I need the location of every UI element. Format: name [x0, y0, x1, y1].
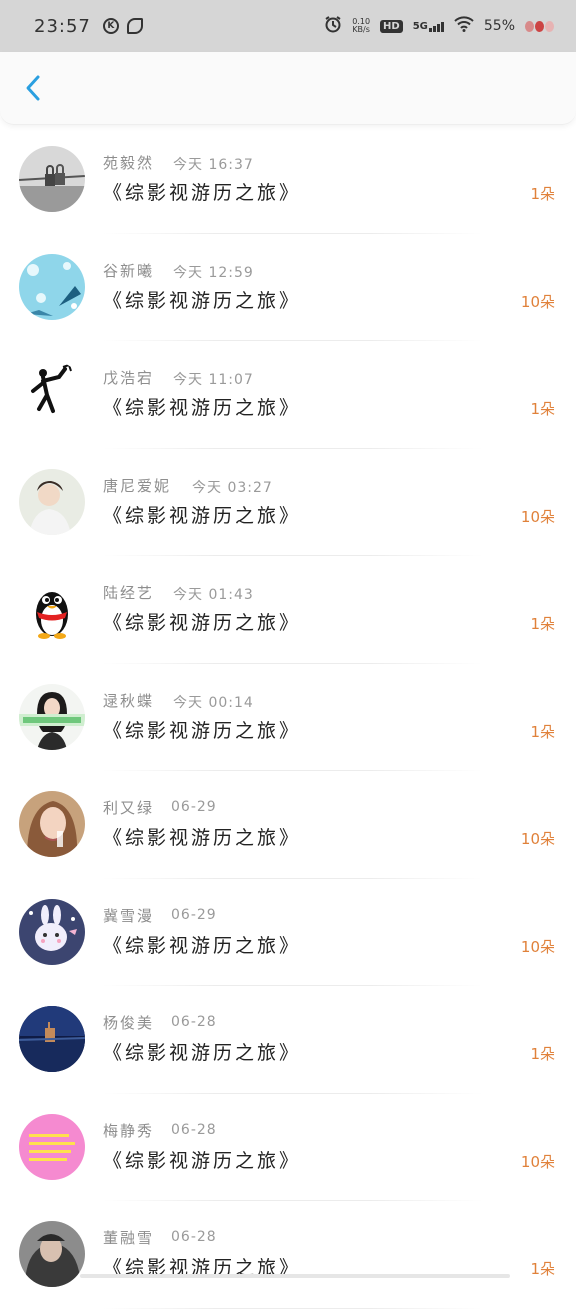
book-title: 《综影视游历之旅》: [103, 289, 302, 312]
book-title: 《综影视游历之旅》: [103, 719, 302, 742]
book-title: 《综影视游历之旅》: [103, 182, 302, 204]
list-item[interactable]: 逯秋蝶 今天 00:14 《综影视游历之旅》 1朵: [0, 664, 576, 771]
flower-count: 10朵: [520, 830, 555, 848]
avatar[interactable]: [19, 468, 85, 535]
hd-badge: HD: [380, 19, 403, 33]
list-item[interactable]: 唐尼爱妮 今天 03:27 《综影视游历之旅》 10朵: [0, 449, 576, 556]
list-item[interactable]: 戊浩宕 今天 11:07 《综影视游历之旅》 1朵: [0, 341, 576, 449]
status-bar: 23:57 K 0.10 KB/s HD 5G 55%: [0, 0, 576, 52]
flower-count: 1朵: [530, 1045, 555, 1063]
status-right-icons: 0.10 KB/s HD 5G 55%: [324, 15, 554, 37]
avatar[interactable]: [19, 576, 85, 642]
avatar[interactable]: [19, 1221, 85, 1287]
flower-count: 10朵: [520, 292, 555, 311]
list-item[interactable]: 冀雪漫 06-29 《综影视游历之旅》 10朵: [0, 879, 576, 986]
avatar[interactable]: [19, 146, 85, 212]
book-title: 《综影视游历之旅》: [103, 827, 302, 849]
book-title: 《综影视游历之旅》: [103, 612, 302, 634]
user-name: 陆经艺: [103, 584, 155, 602]
timestamp: 06-28: [171, 1121, 217, 1138]
avatar[interactable]: [19, 1006, 85, 1072]
user-name: 唐尼爱妮: [103, 476, 172, 495]
flower-count: 10朵: [520, 1152, 555, 1171]
user-name: 杨俊美: [103, 1014, 155, 1032]
list-item[interactable]: 陆经艺 今天 01:43 《综影视游历之旅》 1朵: [0, 556, 576, 664]
book-title: 《综影视游历之旅》: [103, 504, 302, 527]
timestamp: 今天 12:59: [173, 264, 254, 281]
book-title: 《综影视游历之旅》: [103, 934, 302, 957]
gift-list: 苑毅然 今天 16:37 《综影视游历之旅》 1朵 谷新曦 今天 12:59 《综影视游历之…: [0, 126, 576, 1309]
flower-count: 1朵: [530, 1260, 555, 1278]
back-button[interactable]: [18, 72, 50, 104]
book-title: 《综影视游历之旅》: [103, 1042, 302, 1064]
book-title: 《综影视游历之旅》: [103, 1149, 302, 1172]
list-item[interactable]: 梅静秀 06-28 《综影视游历之旅》 10朵: [0, 1094, 576, 1201]
user-name: 梅静秀: [103, 1121, 155, 1140]
net-speed-unit: KB/s: [352, 25, 370, 34]
timestamp: 今天 01:43: [173, 587, 254, 603]
timestamp: 06-28: [171, 1014, 217, 1030]
list-item[interactable]: 利又绿 06-29 《综影视游历之旅》 10朵: [0, 771, 576, 879]
net-speed: 0.10 KB/s: [352, 18, 370, 34]
flower-count: 1朵: [530, 722, 555, 741]
signal-5g-icon: 5G: [413, 21, 444, 32]
timestamp: 06-28: [171, 1229, 217, 1245]
timestamp: 06-29: [171, 799, 217, 815]
flower-count: 1朵: [530, 615, 555, 633]
list-item[interactable]: 董融雪 06-28 《综影视游历之旅》 1朵: [0, 1201, 576, 1309]
avatar[interactable]: [19, 361, 85, 427]
user-name: 谷新曦: [103, 261, 155, 280]
wifi-icon: [454, 16, 474, 36]
header-bar: [0, 52, 576, 125]
user-name: 冀雪漫: [103, 906, 155, 925]
user-name: 利又绿: [103, 799, 155, 817]
user-name: 苑毅然: [103, 154, 155, 172]
avatar[interactable]: [19, 791, 85, 857]
app-leaf-icon: [126, 18, 143, 34]
battery-level: 55%: [483, 18, 515, 34]
user-name: 逯秋蝶: [103, 691, 155, 710]
flower-count: 1朵: [530, 400, 555, 418]
status-time: 23:57: [34, 15, 91, 37]
timestamp: 今天 00:14: [173, 694, 254, 711]
battery-icon: [525, 20, 554, 32]
list-item[interactable]: 苑毅然 今天 16:37 《综影视游历之旅》 1朵: [0, 126, 576, 234]
user-name: 戊浩宕: [103, 369, 155, 387]
book-title: 《综影视游历之旅》: [103, 397, 302, 419]
scroll-indicator: [80, 1274, 510, 1278]
flower-count: 10朵: [520, 937, 555, 956]
avatar[interactable]: [19, 1113, 85, 1180]
avatar[interactable]: [19, 253, 85, 320]
network-type: 5G: [412, 20, 428, 32]
list-item[interactable]: 杨俊美 06-28 《综影视游历之旅》 1朵: [0, 986, 576, 1094]
flower-count: 10朵: [520, 507, 555, 526]
k-app-icon: K: [102, 18, 119, 34]
alarm-icon: [324, 15, 342, 37]
timestamp: 今天 11:07: [173, 372, 254, 388]
timestamp: 06-29: [171, 906, 217, 923]
timestamp: 今天 03:27: [192, 479, 273, 496]
avatar[interactable]: [19, 683, 85, 750]
divider: [103, 1307, 483, 1309]
user-name: 董融雪: [103, 1229, 155, 1247]
flower-count: 1朵: [530, 185, 555, 203]
list-item[interactable]: 谷新曦 今天 12:59 《综影视游历之旅》 10朵: [0, 234, 576, 341]
chevron-left-icon[interactable]: [18, 72, 50, 104]
avatar[interactable]: [19, 898, 85, 965]
timestamp: 今天 16:37: [173, 157, 254, 173]
status-left-icons: K: [102, 18, 143, 34]
